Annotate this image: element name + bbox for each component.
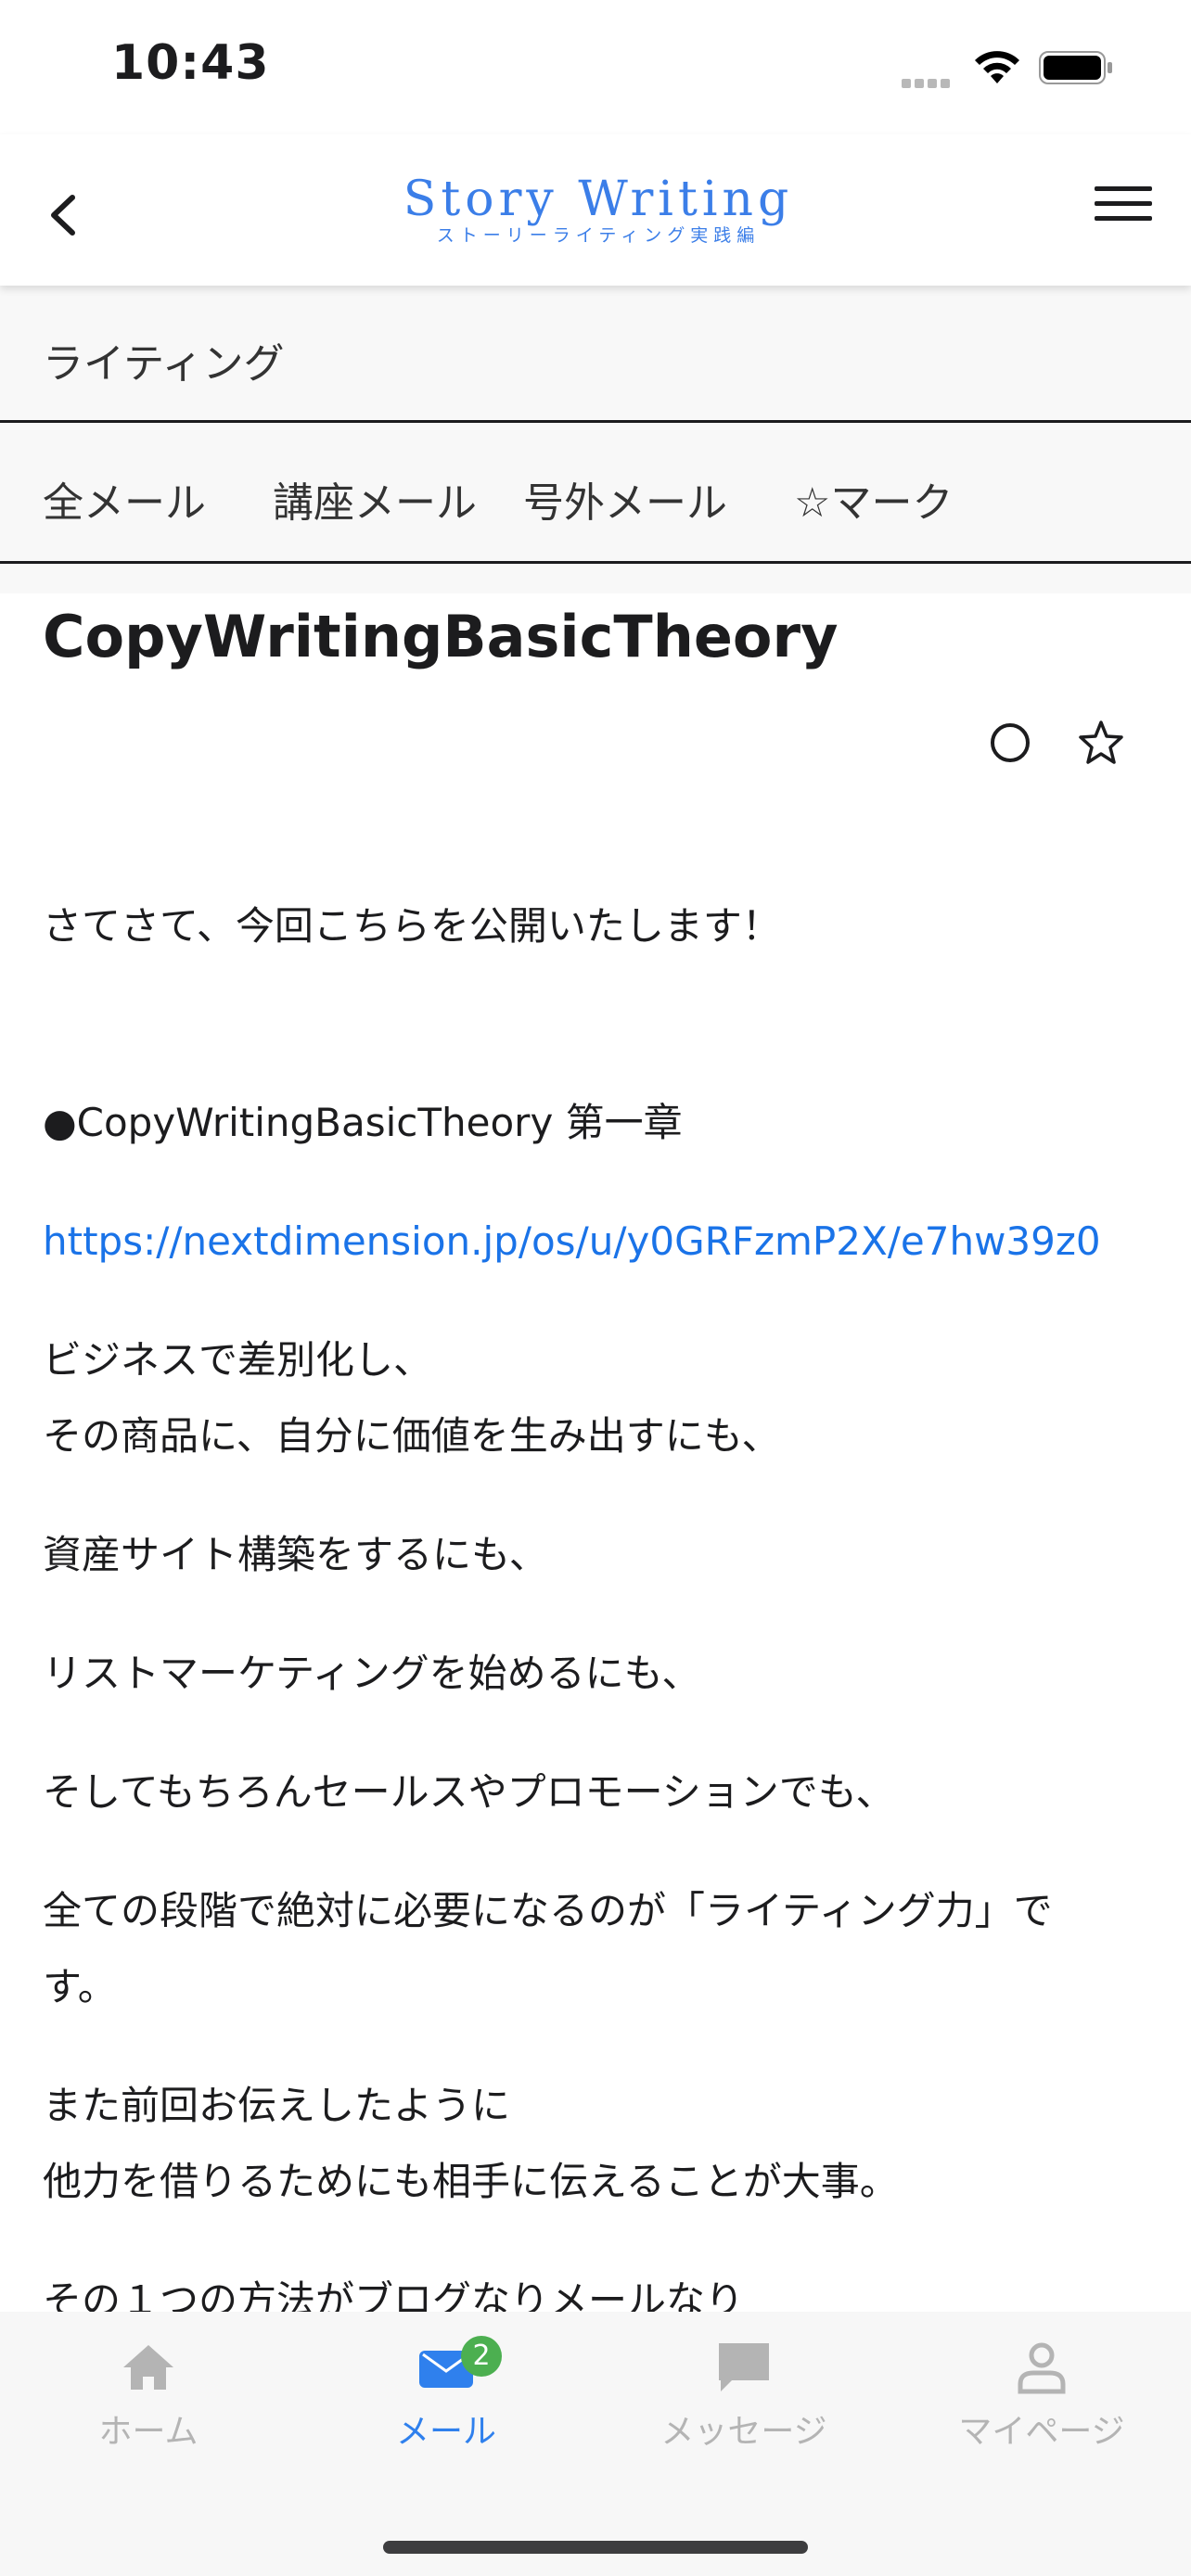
mail-title: CopyWritingBasicTheory [43,603,839,670]
tab-all-mail[interactable]: 全メール [43,469,206,529]
tabbar-label: マイページ [958,2413,1125,2451]
mail-filter-tabs: 全メール 講座メール 号外メール ☆マーク [0,423,1191,564]
read-status-circle-icon[interactable] [989,721,1031,764]
logo-title: Story Writing [403,172,794,227]
paragraph: す。 [43,1964,117,2009]
logo-subtitle: ストーリーライティング実践編 [436,225,761,246]
app-logo: Story Writing ストーリーライティング実践編 [399,173,798,248]
unread-badge: 2 [461,2336,502,2377]
star-outline-icon[interactable] [1076,718,1126,768]
tabbar-label: メール [395,2413,496,2451]
paragraph: 他力を借りるためにも相手に伝えることが大事。 [43,2159,899,2204]
home-indicator[interactable] [383,2541,808,2554]
tabbar-item-messages[interactable]: メッセージ [651,2340,837,2453]
link-row: https://nextdimension.jp/os/u/y0GRFzmP2X… [43,1204,1156,1280]
paragraph: さてさて、今回こちらを公開いたします！ [43,903,781,949]
category-bar[interactable]: ライティング [0,286,1191,423]
paragraph: そしてもちろんセールスやプロモーションでも、 [43,1769,895,1815]
status-bar: 10:43 [0,0,1191,134]
tabbar-item-home[interactable]: ホーム [56,2340,241,2453]
paragraph: その商品に、自分に価値を生み出すにも、 [43,1413,781,1459]
paragraph: リストマーケティングを始めるにも、 [43,1651,701,1696]
tabbar-item-mail[interactable]: 2 メール [353,2336,539,2453]
tab-extra-mail[interactable]: 号外メール [523,469,727,529]
battery-icon [1039,51,1112,84]
paragraph: また前回お伝えしたように [43,2083,511,2128]
status-time: 10:43 [111,35,270,91]
bottom-tab-bar: ホーム 2 メール メッセージ マイページ [0,2312,1191,2576]
home-icon [123,2345,173,2390]
paragraph: 全ての段階で絶対に必要になるのが「ライティング力」で [43,1888,1053,1933]
category-label: ライティング [43,340,285,388]
paragraph: 資産サイト構築をするにも、 [43,1532,548,1577]
wifi-icon [975,51,1019,83]
tab-course-mail[interactable]: 講座メール [273,469,477,529]
tab-starred[interactable]: ☆マーク [794,469,953,529]
paragraph: その１つの方法がブログなりメールなり [43,2277,745,2312]
paragraph: ビジネスで差別化し、 [43,1337,433,1383]
tabbar-item-mypage[interactable]: マイページ [949,2340,1134,2453]
paragraph: ●CopyWritingBasicTheory 第一章 [43,1100,683,1145]
tabbar-label: ホーム [98,2413,198,2451]
back-chevron-icon[interactable] [45,192,82,238]
hamburger-menu-icon[interactable] [1095,186,1154,233]
tabbar-label: メッセージ [660,2413,827,2451]
content-divider [0,564,1191,593]
chat-bubble-icon [719,2343,769,2391]
mail-content[interactable]: CopyWritingBasicTheory さてさて、今回こちらを公開いたしま… [0,564,1191,2312]
chapter-link[interactable]: https://nextdimension.jp/os/u/y0GRFzmP2X… [43,1218,1101,1264]
person-icon [1018,2342,1066,2394]
cellular-signal-icon [902,70,957,88]
app-header: Story Writing ストーリーライティング実践編 [0,134,1191,286]
